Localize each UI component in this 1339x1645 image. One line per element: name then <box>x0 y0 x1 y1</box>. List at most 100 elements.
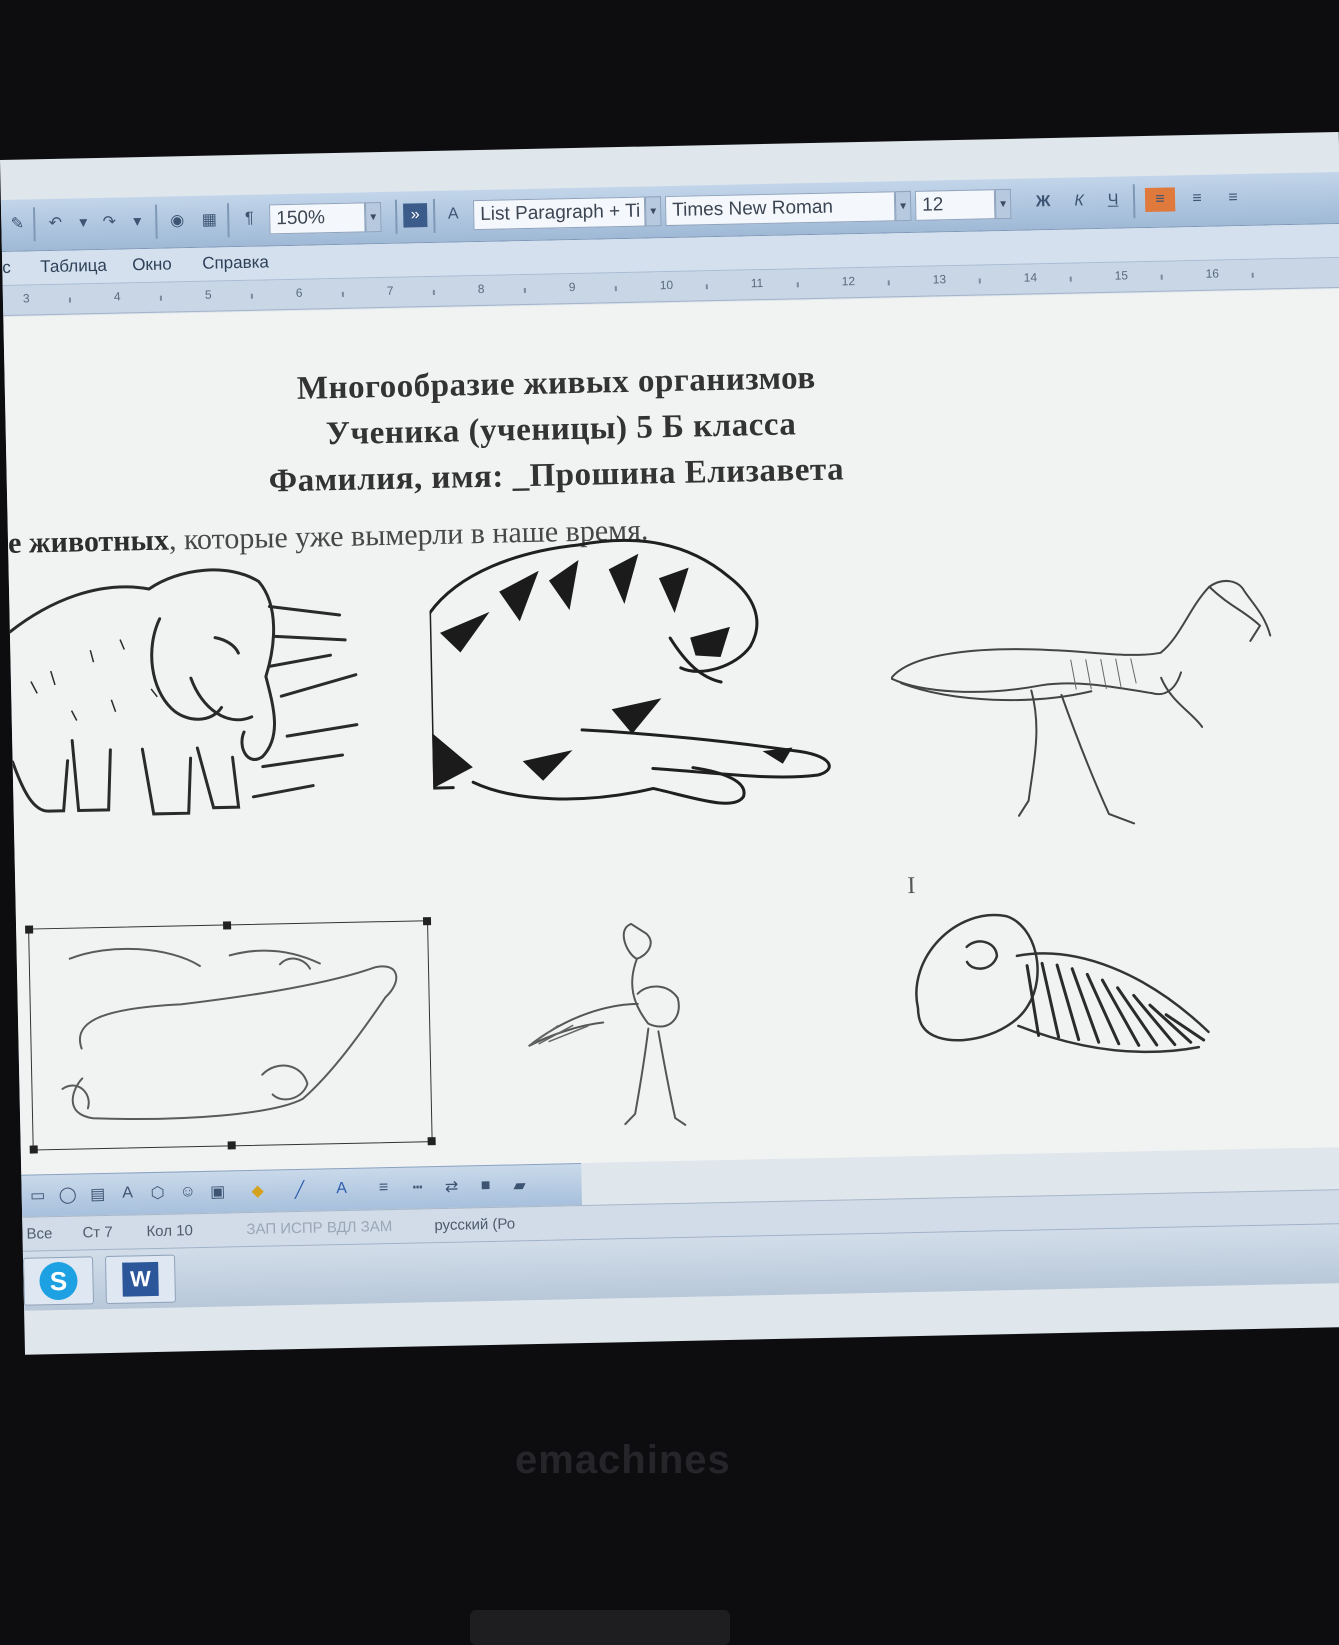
resize-handle[interactable] <box>427 1137 436 1146</box>
dash-style-icon[interactable]: ┅ <box>405 1175 429 1199</box>
document-name-line: Фамилия, имя: _Прошина Елизавета <box>268 451 845 500</box>
ruler-number: 7 <box>386 283 394 298</box>
monitor-bezel: ✎ ↶ ▾ ↷ ▾ ◉ ▦ ¶ 150% ▼ » A List Paragrap… <box>0 0 1339 1645</box>
toolbar-separator <box>394 199 398 234</box>
document-title: Многообразие живых организмов <box>296 359 816 407</box>
prehistoric-bird-drawing[interactable] <box>506 912 711 1146</box>
ruler-number: 8 <box>477 281 485 297</box>
toolbar-options-icon[interactable]: » <box>403 203 428 228</box>
pen-icon[interactable]: ✎ <box>5 211 29 235</box>
ruler-tick <box>523 288 526 294</box>
menu-window[interactable]: Окно <box>132 254 172 275</box>
ruler-tick <box>705 284 708 290</box>
toolbar-separator <box>32 207 36 242</box>
paragraph-mark-icon[interactable]: ¶ <box>237 207 261 231</box>
zoom-box[interactable]: 150% <box>268 202 366 235</box>
fill-color-icon[interactable]: ◆ <box>245 1179 269 1203</box>
styles-icon[interactable]: A <box>441 202 465 226</box>
resize-handle[interactable] <box>222 921 232 930</box>
ruler-number: 6 <box>295 285 303 300</box>
ruler-number: 4 <box>113 289 121 304</box>
undo-dropdown-icon[interactable]: ▾ <box>71 210 95 234</box>
arrow-style-icon[interactable]: ⇄ <box>439 1175 463 1199</box>
skype-icon: S <box>39 1261 78 1301</box>
style-box[interactable]: List Paragraph + Ti <box>472 196 646 231</box>
redo-icon[interactable]: ↷ <box>97 209 121 233</box>
saber-tooth-tiger-drawing[interactable] <box>428 525 844 834</box>
underline-button[interactable]: Ч <box>1101 188 1125 212</box>
selected-picture-frame[interactable] <box>25 917 436 1154</box>
menu-help[interactable]: Справка <box>202 252 269 273</box>
toolbar-separator <box>226 203 230 238</box>
menu-table[interactable]: Таблица <box>40 256 107 277</box>
font-size-box[interactable]: 12 <box>914 189 996 221</box>
textbox-icon[interactable]: ▤ <box>85 1182 109 1206</box>
rectangle-icon[interactable]: ▭ <box>25 1183 49 1207</box>
3d-icon[interactable]: ▰ <box>507 1173 531 1197</box>
ruler-number: 11 <box>750 276 764 291</box>
resize-handle[interactable] <box>227 1141 236 1150</box>
status-modes: ЗАП ИСПР ВДЛ ЗАМ <box>246 1218 393 1239</box>
font-dropdown-icon[interactable]: ▼ <box>894 190 912 222</box>
wordart-icon[interactable]: A <box>115 1181 139 1205</box>
ruler-number: 3 <box>22 291 30 306</box>
ruler-tick <box>978 278 981 284</box>
toolbar-separator <box>432 198 436 233</box>
document-page[interactable]: Многообразие живых организмов Ученика (у… <box>3 288 1339 1175</box>
shadow-icon[interactable]: ■ <box>473 1174 497 1198</box>
globe-icon[interactable]: ◉ <box>165 208 189 232</box>
menu-service[interactable]: с <box>2 258 11 278</box>
ruler-tick <box>1251 272 1254 278</box>
align-center-button[interactable]: ≡ <box>1185 187 1209 211</box>
line-color-icon[interactable]: ╱ <box>287 1178 311 1202</box>
ruler-tick <box>1160 274 1163 280</box>
ruler-number: 10 <box>659 277 674 293</box>
picture-icon[interactable]: ▣ <box>205 1179 229 1203</box>
ruler-tick <box>159 295 162 301</box>
ruler-tick <box>614 286 617 292</box>
ruler-number: 16 <box>1205 266 1220 281</box>
line-style-icon[interactable]: ≡ <box>371 1176 395 1200</box>
align-left-button[interactable]: ≡ <box>1144 187 1176 213</box>
status-language[interactable]: русский (Ро <box>434 1215 515 1234</box>
trilobite-drawing[interactable] <box>895 881 1230 1118</box>
ruler-tick <box>796 282 799 288</box>
ruler-number: 9 <box>568 279 576 295</box>
bold-button[interactable]: Ж <box>1031 190 1055 214</box>
toolbar-separator <box>1132 184 1136 219</box>
font-box[interactable]: Times New Roman <box>664 191 896 227</box>
ruler-tick <box>341 291 344 297</box>
diagram-icon[interactable]: ⬡ <box>145 1181 169 1205</box>
ruler-tick <box>68 297 71 303</box>
oval-icon[interactable]: ◯ <box>55 1183 79 1207</box>
status-page: Все <box>26 1225 53 1243</box>
undo-icon[interactable]: ↶ <box>43 211 67 235</box>
style-dropdown-icon[interactable]: ▼ <box>644 196 662 227</box>
status-column: Кол 10 <box>146 1222 194 1241</box>
clipart-icon[interactable]: ☺ <box>175 1180 199 1204</box>
table-icon[interactable]: ▦ <box>197 207 221 231</box>
skype-taskbar-button[interactable]: S <box>22 1256 94 1306</box>
resize-handle[interactable] <box>25 925 34 934</box>
document-class-line: Ученика (ученицы) 5 Б класса <box>325 406 797 453</box>
resize-handle[interactable] <box>422 917 432 926</box>
ruler-number: 15 <box>1114 268 1129 283</box>
mammoth-drawing[interactable] <box>8 554 374 831</box>
text-cursor-icon: I <box>907 872 916 900</box>
ruler-tick <box>432 289 435 295</box>
font-size-dropdown-icon[interactable]: ▼ <box>994 188 1012 220</box>
resize-handle[interactable] <box>29 1145 38 1154</box>
ruler-tick <box>887 280 890 286</box>
ruler-tick <box>1069 276 1072 282</box>
zoom-dropdown-icon[interactable]: ▼ <box>364 202 382 233</box>
align-right-button[interactable]: ≡ <box>1221 186 1245 210</box>
monitor-brand-logo: emachines <box>515 1438 731 1482</box>
word-taskbar-button[interactable]: W <box>104 1254 176 1305</box>
status-line: Ст 7 <box>82 1223 113 1242</box>
font-color-icon[interactable]: A <box>329 1177 353 1201</box>
dinosaur-drawing[interactable] <box>889 575 1314 844</box>
monitor-stand <box>470 1610 730 1645</box>
redo-dropdown-icon[interactable]: ▾ <box>125 209 149 233</box>
ruler-number: 13 <box>932 272 947 287</box>
italic-button[interactable]: К <box>1067 189 1091 213</box>
